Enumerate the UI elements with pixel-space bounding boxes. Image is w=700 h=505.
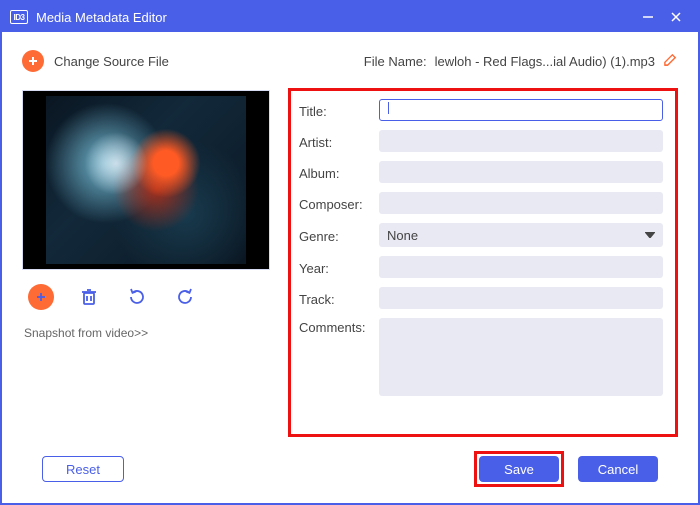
filename-block: File Name: lewloh - Red Flags...ial Audi… [364,52,678,70]
left-panel: Snapshot from video>> [22,90,272,437]
comments-input[interactable] [379,318,663,396]
composer-input[interactable] [379,192,663,214]
titlebar: ID3 Media Metadata Editor [2,2,698,32]
top-row: Change Source File File Name: lewloh - R… [22,50,678,72]
filename-label: File Name: [364,54,427,69]
artist-input[interactable] [379,130,663,152]
footer: Reset Save Cancel [22,437,678,487]
artwork-toolbar [22,270,272,320]
metadata-form: Title: Artist: Album: Composer: Genre: [288,88,678,437]
chevron-down-icon [645,232,655,238]
window-title: Media Metadata Editor [36,10,634,25]
rotate-left-button[interactable] [124,284,150,310]
save-button[interactable]: Save [479,456,559,482]
album-label: Album: [299,164,379,181]
composer-label: Composer: [299,195,379,212]
snapshot-link[interactable]: Snapshot from video>> [22,326,272,340]
title-input[interactable] [379,99,663,121]
artwork-frame [22,90,270,270]
title-label: Title: [299,102,379,119]
track-input[interactable] [379,287,663,309]
filename-value: lewloh - Red Flags...ial Audio) (1).mp3 [435,54,655,69]
delete-artwork-button[interactable] [76,284,102,310]
album-artwork [46,96,246,264]
rotate-right-button[interactable] [172,284,198,310]
cancel-button[interactable]: Cancel [578,456,658,482]
change-source-button[interactable]: Change Source File [22,50,169,72]
add-artwork-button[interactable] [28,284,54,310]
genre-label: Genre: [299,227,379,244]
artist-label: Artist: [299,133,379,150]
track-label: Track: [299,290,379,307]
minimize-button[interactable] [634,3,662,31]
app-logo-icon: ID3 [10,10,28,24]
year-label: Year: [299,259,379,276]
album-input[interactable] [379,161,663,183]
plus-icon [22,50,44,72]
content-area: Change Source File File Name: lewloh - R… [2,32,698,503]
edit-filename-button[interactable] [663,52,678,70]
main-body: Snapshot from video>> Title: Artist: Alb… [22,90,678,437]
close-button[interactable] [662,3,690,31]
comments-label: Comments: [299,318,379,335]
year-input[interactable] [379,256,663,278]
reset-button[interactable]: Reset [42,456,124,482]
save-highlight: Save [474,451,564,487]
genre-value: None [387,228,418,243]
genre-select[interactable]: None [379,223,663,247]
app-window: ID3 Media Metadata Editor Change Source … [0,0,700,505]
change-source-label: Change Source File [54,54,169,69]
